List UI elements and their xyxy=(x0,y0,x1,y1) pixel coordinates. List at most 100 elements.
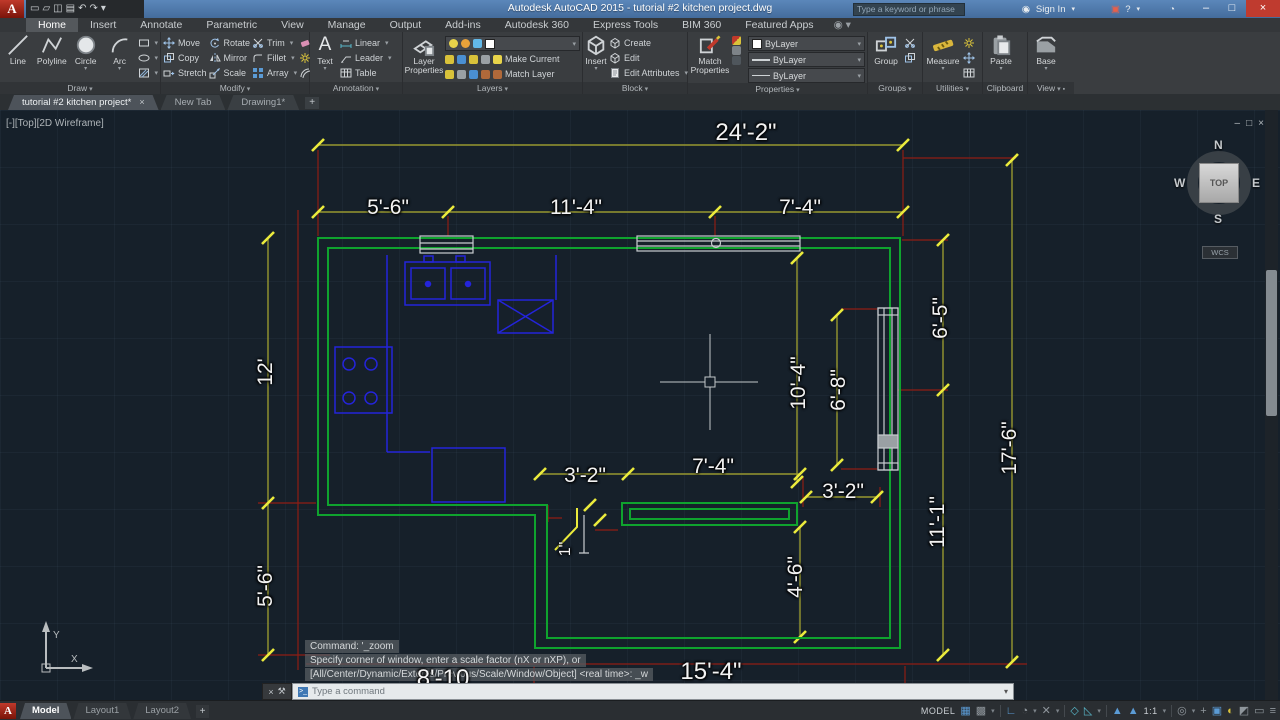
trim-button[interactable]: Trim ▾ xyxy=(252,36,297,50)
lineweight-select[interactable]: ByLayer ▾ xyxy=(748,52,865,67)
vp-close-icon[interactable]: × xyxy=(1258,118,1270,129)
model-tab[interactable]: Model xyxy=(20,703,71,719)
layout1-tab[interactable]: Layout1 xyxy=(73,703,131,719)
annotation-monitor-icon[interactable]: + xyxy=(1200,702,1206,720)
new-layout-button[interactable]: + xyxy=(196,705,210,718)
arc-button[interactable]: Arc ▾ xyxy=(104,34,136,72)
panel-label-groups[interactable]: Groups ▾ xyxy=(868,82,922,94)
linetype-select[interactable]: ByLayer ▾ xyxy=(748,68,865,83)
edit-attributes-button[interactable]: Edit Attributes ▾ xyxy=(609,66,688,80)
quick-properties-icon[interactable]: ▣ xyxy=(1212,702,1222,720)
group-button[interactable]: Group xyxy=(870,34,902,66)
layer-unlock-icon[interactable] xyxy=(481,69,490,79)
tab-express-tools[interactable]: Express Tools xyxy=(581,18,670,32)
tab-home[interactable]: Home xyxy=(26,18,79,32)
new-drawing-tab-button[interactable]: + xyxy=(305,97,320,109)
help-search-input[interactable]: Type a keyword or phrase xyxy=(853,3,965,16)
layer-properties-button[interactable]: Layer Properties xyxy=(405,34,443,75)
object-color-icon[interactable] xyxy=(732,36,741,45)
edit-block-button[interactable]: Edit xyxy=(609,51,688,65)
insert-block-button[interactable]: Insert ▾ xyxy=(585,34,607,72)
customization-icon[interactable]: ▭ xyxy=(1254,702,1264,720)
layout2-tab[interactable]: Layout2 xyxy=(133,703,191,719)
panel-label-draw[interactable]: Draw ▾ xyxy=(0,82,160,94)
object-color-select[interactable]: ByLayer ▾ xyxy=(748,36,865,51)
clean-screen-icon[interactable]: ≡ xyxy=(1270,702,1276,720)
tab-featured-apps[interactable]: Featured Apps xyxy=(733,18,825,32)
help-icon[interactable]: ? ▾ xyxy=(1125,2,1140,16)
file-tab-new-tab[interactable]: New Tab xyxy=(161,95,226,110)
viewcube-west[interactable]: W xyxy=(1174,176,1185,190)
osnap-dropdown-icon[interactable]: ▾ xyxy=(1097,707,1101,715)
isolate-objects-icon[interactable]: ◐ xyxy=(1227,702,1234,720)
polyline-button[interactable]: Polyline xyxy=(36,34,68,66)
id-point-button[interactable] xyxy=(963,51,975,65)
quick-select-button[interactable] xyxy=(963,36,975,50)
viewport-window-buttons[interactable]: –□× xyxy=(1235,118,1270,129)
annotation-visibility-icon[interactable]: ▲ xyxy=(1112,702,1123,720)
line-button[interactable]: Line xyxy=(2,34,34,66)
annotation-scale-value[interactable]: 1:1 xyxy=(1144,706,1158,716)
file-tab-drawing1[interactable]: Drawing1* xyxy=(227,95,299,110)
panel-label-modify[interactable]: Modify ▾ xyxy=(161,82,309,94)
maximize-button[interactable]: □ xyxy=(1220,0,1244,17)
close-button[interactable]: × xyxy=(1246,0,1280,17)
object-snap-icon[interactable]: ◺ xyxy=(1084,702,1092,720)
vertical-scrollbar[interactable] xyxy=(1265,110,1278,700)
layer-off-icon[interactable] xyxy=(445,54,454,64)
minimize-button[interactable]: – xyxy=(1194,0,1218,17)
layer-unisolate-icon[interactable] xyxy=(457,69,466,79)
make-current-button[interactable]: Make Current xyxy=(493,52,560,66)
panel-label-properties[interactable]: Properties ▾ xyxy=(688,83,867,94)
stretch-button[interactable]: Stretch xyxy=(163,66,207,80)
hatch-button[interactable]: ▾ xyxy=(138,66,158,80)
isometric-drafting-icon[interactable]: ◇ xyxy=(1070,702,1078,720)
transparency-list-icon[interactable] xyxy=(732,56,741,65)
layer-lock-tool-icon[interactable] xyxy=(481,54,490,64)
command-recent-icon[interactable]: ▾ xyxy=(1004,687,1008,696)
base-view-button[interactable]: Base ▾ xyxy=(1030,34,1062,72)
layer-on-tool-icon[interactable] xyxy=(445,69,454,79)
polar-dropdown-icon[interactable]: ▾ xyxy=(1033,707,1037,715)
tab-manage[interactable]: Manage xyxy=(316,18,378,32)
autodesk360-icon[interactable]: ◔ xyxy=(1169,2,1175,16)
graphics-performance-icon[interactable]: ◩ xyxy=(1239,702,1249,720)
measure-button[interactable]: Measure ▾ xyxy=(925,34,961,72)
table-button[interactable]: Table xyxy=(340,66,392,80)
fillet-button[interactable]: Fillet ▾ xyxy=(252,51,297,65)
panel-label-annotation[interactable]: Annotation ▾ xyxy=(310,82,402,94)
layer-isolate-icon[interactable] xyxy=(457,54,466,64)
tab-output[interactable]: Output xyxy=(378,18,434,32)
panel-label-clipboard[interactable]: Clipboard xyxy=(983,82,1027,94)
close-tab-icon[interactable]: × xyxy=(139,97,144,107)
tab-bim-360[interactable]: BIM 360 xyxy=(670,18,733,32)
snap-mode-icon[interactable]: ▩ xyxy=(976,702,986,720)
panel-label-utilities[interactable]: Utilities ▾ xyxy=(923,82,982,94)
annotation-scale-dropdown-icon[interactable]: ▾ xyxy=(1163,707,1167,715)
tab-view[interactable]: View xyxy=(269,18,316,32)
move-button[interactable]: Move xyxy=(163,36,207,50)
vp-minimize-icon[interactable]: – xyxy=(1235,118,1247,129)
tab-parametric[interactable]: Parametric xyxy=(194,18,269,32)
layer-freeze-tool-icon[interactable] xyxy=(469,54,478,64)
viewport-controls-label[interactable]: [-][Top][2D Wireframe] xyxy=(6,118,104,129)
command-input[interactable]: >_ Type a command ▾ xyxy=(292,683,1014,700)
viewcube-top-face[interactable]: TOP xyxy=(1199,163,1239,203)
circle-button[interactable]: Circle ▾ xyxy=(70,34,102,72)
wcs-dropdown[interactable]: WCS xyxy=(1202,246,1238,259)
create-block-button[interactable]: Create xyxy=(609,36,688,50)
exchange-apps-icon[interactable]: ▣ xyxy=(1111,2,1120,16)
otrack-dropdown-icon[interactable]: ▾ xyxy=(1056,707,1060,715)
grid-display-icon[interactable]: ▦ xyxy=(960,702,970,720)
scrollbar-thumb[interactable] xyxy=(1266,270,1277,416)
rotate-button[interactable]: Rotate xyxy=(209,36,250,50)
tab-autodesk-360[interactable]: Autodesk 360 xyxy=(493,18,581,32)
rectangle-button[interactable]: ▾ xyxy=(138,36,158,50)
viewcube-north[interactable]: N xyxy=(1214,138,1223,152)
lineweight-list-icon[interactable] xyxy=(732,46,741,55)
match-layer-button[interactable]: Match Layer xyxy=(493,67,555,81)
annotation-autoscale-icon[interactable]: ▲ xyxy=(1128,702,1139,720)
workspace-dropdown-icon[interactable]: ▾ xyxy=(1192,707,1196,715)
command-customize-icon[interactable]: ⚒ xyxy=(278,686,286,697)
polar-tracking-icon[interactable]: ◔ xyxy=(1021,702,1028,720)
